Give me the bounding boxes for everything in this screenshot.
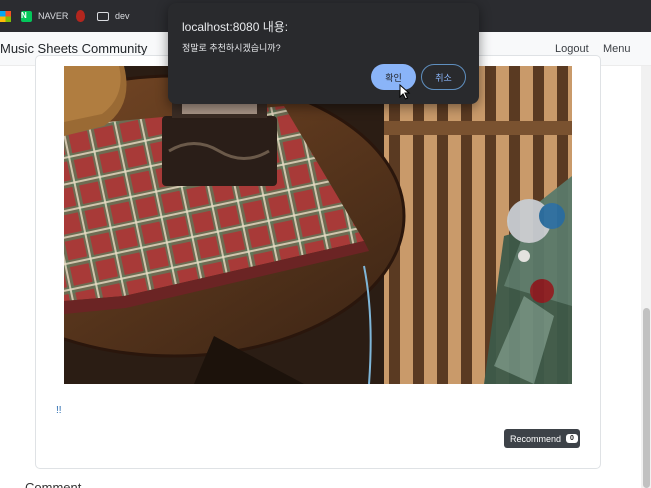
recommend-button[interactable]: Recommend 0	[504, 429, 580, 448]
dialog-message: 정말로 추천하시겠습니까?	[182, 43, 281, 53]
logout-link[interactable]: Logout	[555, 43, 589, 55]
page-scrollbar-thumb[interactable]	[643, 308, 650, 488]
recommend-label: Recommend	[510, 433, 562, 444]
recommend-count-badge: 0	[566, 434, 578, 443]
confirm-cancel-button[interactable]: 취소	[421, 64, 466, 90]
bookmark-label: dev	[115, 11, 130, 21]
bookmark-apps[interactable]	[0, 9, 11, 23]
site-favicon-icon	[76, 10, 85, 22]
apps-grid-icon	[0, 10, 11, 22]
post-image	[64, 66, 572, 384]
comment-heading: Comment	[25, 480, 82, 488]
bookmark-red-site[interactable]	[76, 9, 85, 23]
confirm-dialog: localhost:8080 내용: 정말로 추천하시겠습니까? 확인 취소	[168, 3, 479, 104]
menu-link[interactable]: Menu	[603, 43, 631, 55]
bookmark-label: NAVER	[38, 11, 69, 21]
naver-icon: N	[21, 10, 32, 22]
post-body-text: !!	[56, 405, 62, 416]
bookmark-dev-folder[interactable]: dev	[97, 9, 130, 23]
folder-icon	[97, 12, 109, 21]
browser-viewport: N NAVER dev Music Sheets Community Logou…	[0, 0, 651, 488]
site-brand[interactable]: Music Sheets Community	[0, 41, 147, 56]
bookmark-naver[interactable]: N NAVER	[21, 9, 68, 23]
mouse-pointer-icon	[399, 84, 411, 100]
dialog-title: localhost:8080 내용:	[182, 20, 289, 34]
post-photo-illustration	[64, 66, 572, 384]
